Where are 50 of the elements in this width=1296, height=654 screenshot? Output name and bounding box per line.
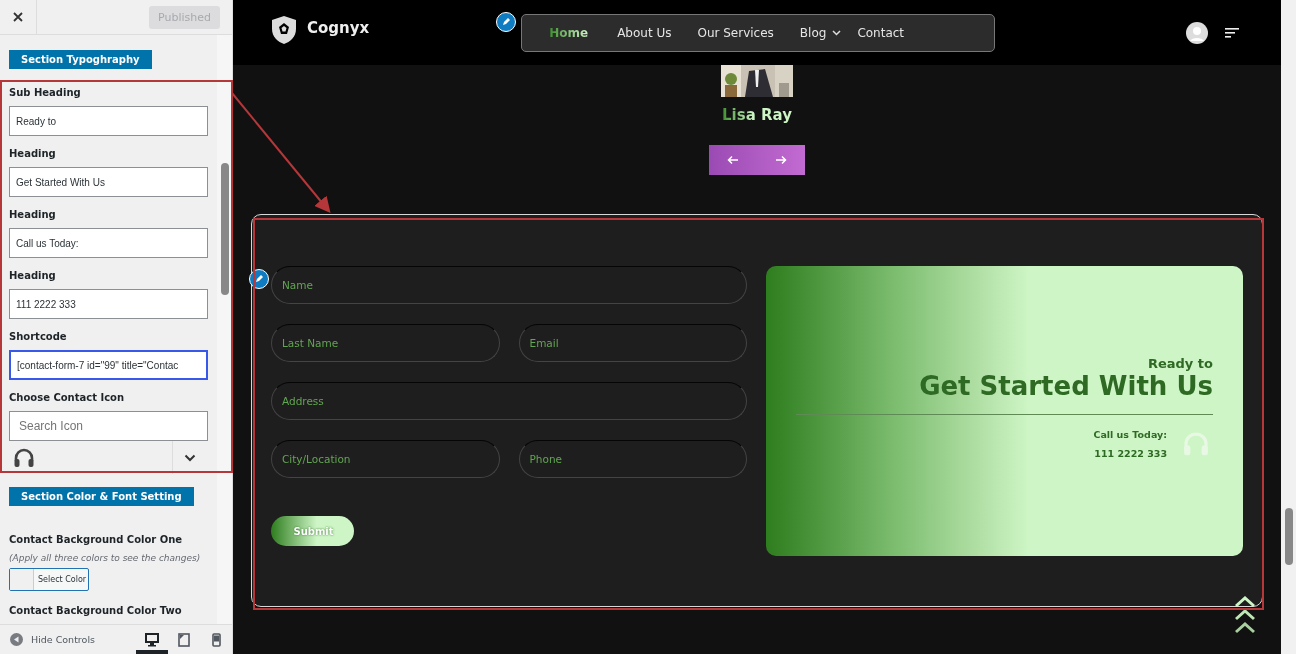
nav-link[interactable]: Blog (799, 25, 827, 40)
nav-link[interactable]: Home (549, 25, 589, 40)
nav-link[interactable]: Contact (857, 25, 905, 40)
color-picker-button[interactable]: Select Color (9, 568, 89, 591)
field-label: Heading (9, 208, 57, 222)
input-field[interactable]: Name (271, 266, 747, 304)
input-field[interactable]: Last Name (271, 324, 500, 362)
shield-logo-icon[interactable] (270, 14, 298, 45)
text-field[interactable]: Ready to (9, 106, 208, 136)
scrollbar[interactable] (217, 35, 232, 624)
field-label: Heading (9, 147, 57, 161)
subheading: Ready to (1147, 355, 1213, 371)
field-label: Shortcode (9, 330, 68, 344)
hide-controls-button[interactable]: Hide Controls (0, 633, 95, 646)
avatar[interactable] (1186, 21, 1208, 44)
person-name: Lisa Ray (722, 106, 792, 124)
desktop-icon (145, 632, 159, 647)
scrollbar[interactable] (1281, 0, 1296, 654)
scroll-top-icon[interactable] (1234, 596, 1256, 636)
nav-link[interactable]: About Us (617, 25, 672, 40)
close-icon[interactable] (13, 12, 23, 22)
tablet-icon (177, 632, 191, 647)
collapse-icon (10, 633, 23, 646)
arrow-left-icon[interactable] (727, 155, 739, 165)
nav-link[interactable]: Our Services (697, 25, 774, 40)
field-label: Contact Background Color Two (9, 604, 183, 618)
help-text: (Apply all three colors to see the changes) (9, 553, 202, 563)
input-field[interactable]: Email (518, 324, 747, 362)
heading: Get Started With Us (919, 370, 1213, 401)
search-field[interactable]: Search Icon (9, 411, 208, 441)
menu-icon[interactable] (1225, 26, 1239, 39)
text-field[interactable]: Get Started With Us (9, 167, 208, 197)
text-field[interactable]: Call us Today: (9, 228, 208, 258)
field-label: Contact Background Color One (9, 533, 184, 547)
input-field[interactable]: Address (271, 382, 747, 420)
input-field[interactable]: Phone (518, 440, 747, 478)
field-label: Sub Heading (9, 86, 82, 100)
text-field[interactable]: 111 2222 333 (9, 289, 208, 319)
mobile-icon (209, 632, 223, 647)
section-heading: Section Typoghraphy (9, 50, 152, 69)
input-field[interactable]: City/Location (271, 440, 500, 478)
field-label: Choose Contact Icon (9, 391, 126, 405)
call-label: Call us Today: (1093, 428, 1167, 440)
text-field[interactable]: [contact-form-7 id="99" title="Contac (9, 350, 208, 380)
section-heading: Section Color & Font Setting (9, 487, 194, 506)
arrow-right-icon[interactable] (775, 155, 787, 165)
chevron-down-icon[interactable] (183, 453, 196, 462)
site-logo[interactable]: Cognyx (307, 18, 370, 37)
field-label: Heading (9, 269, 57, 283)
phone-number: 111 2222 333 (1094, 447, 1167, 459)
